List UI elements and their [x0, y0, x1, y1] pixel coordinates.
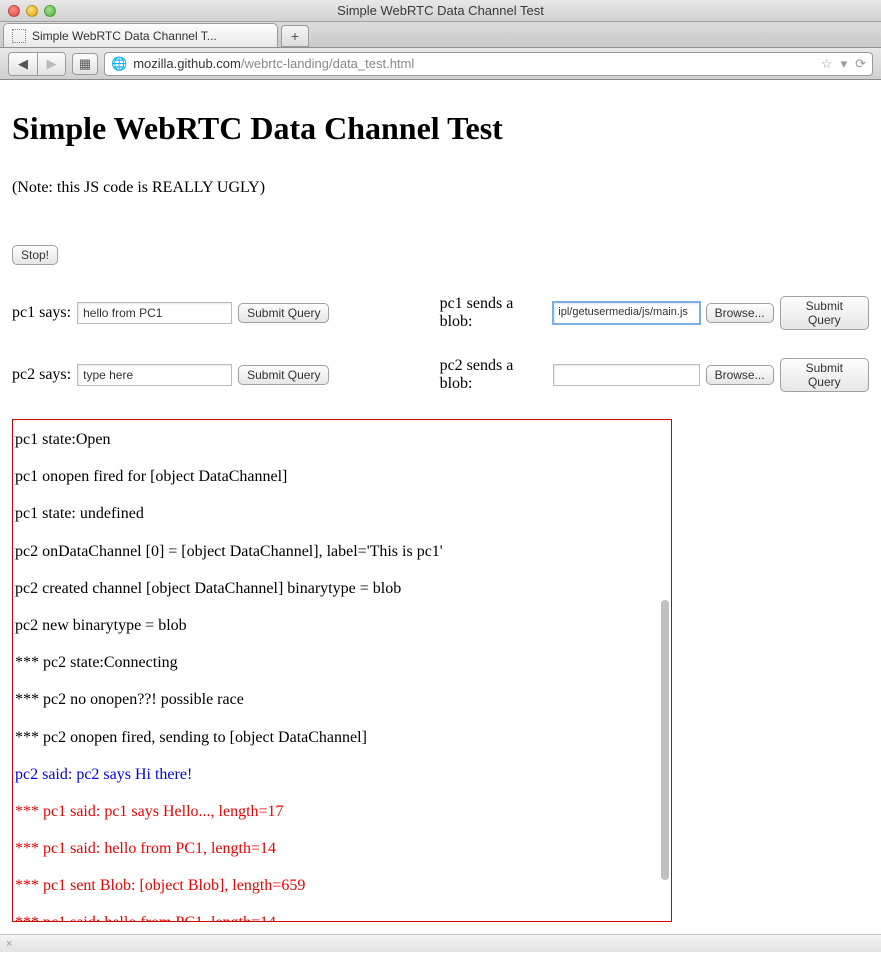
pc1-row: pc1 says: Submit Query pc1 sends a blob:…: [12, 295, 869, 331]
pc2-blob-submit[interactable]: Submit Query: [780, 358, 869, 392]
pc2-says-label: pc2 says:: [12, 366, 71, 384]
status-bar: ×: [0, 934, 881, 952]
window-title: Simple WebRTC Data Channel Test: [0, 3, 881, 18]
urlbar-right-icons: ☆ ▾ ⟳: [821, 56, 866, 72]
log-line: *** pc1 said: hello from PC1, length=14: [15, 839, 669, 858]
pc2-blob-label: pc2 sends a blob:: [440, 357, 548, 393]
page-heading: Simple WebRTC Data Channel Test: [12, 110, 869, 147]
nav-group: ◀ ▶: [8, 52, 66, 76]
close-window-button[interactable]: [8, 5, 20, 17]
log-line: *** pc2 no onopen??! possible race: [15, 690, 669, 709]
pc1-blob-browse[interactable]: Browse...: [706, 303, 774, 323]
status-close-icon[interactable]: ×: [6, 938, 12, 950]
browser-tab[interactable]: Simple WebRTC Data Channel T...: [3, 23, 278, 47]
tab-groups-button[interactable]: ▦: [72, 53, 98, 75]
zoom-window-button[interactable]: [44, 5, 56, 17]
traffic-lights: [0, 5, 56, 17]
dropdown-arrow-icon[interactable]: ▾: [841, 56, 848, 72]
log-line: *** pc2 state:Connecting: [15, 653, 669, 672]
log-line: *** pc1 said: pc1 says Hello..., length=…: [15, 802, 669, 821]
browser-toolbar: ◀ ▶ ▦ 🌐 mozilla.github.com/webrtc-landin…: [0, 48, 881, 80]
log-line: pc1 state:Open: [15, 430, 669, 449]
new-tab-button[interactable]: +: [281, 25, 309, 47]
log-line: pc1 state: undefined: [15, 504, 669, 523]
pc1-says-label: pc1 says:: [12, 304, 71, 322]
window-titlebar: Simple WebRTC Data Channel Test: [0, 0, 881, 22]
pc2-blob-browse[interactable]: Browse...: [706, 365, 774, 385]
log-line: pc2 new binarytype = blob: [15, 616, 669, 635]
pc2-says-input[interactable]: [77, 364, 232, 386]
bookmark-star-icon[interactable]: ☆: [821, 56, 833, 72]
tab-strip: Simple WebRTC Data Channel T... +: [0, 22, 881, 48]
tab-favicon: [12, 29, 26, 43]
pc1-says-input[interactable]: [77, 302, 232, 324]
url-path: /webrtc-landing/data_test.html: [241, 56, 414, 71]
log-line: *** pc1 sent Blob: [object Blob], length…: [15, 876, 669, 895]
pc2-says-submit[interactable]: Submit Query: [238, 365, 329, 385]
log-line: pc1 onopen fired for [object DataChannel…: [15, 467, 669, 486]
pc1-blob-submit[interactable]: Submit Query: [780, 296, 869, 330]
log-box[interactable]: pc1 state:Open pc1 onopen fired for [obje…: [12, 419, 672, 922]
url-text: mozilla.github.com/webrtc-landing/data_t…: [133, 56, 414, 71]
log-scrollbar[interactable]: [661, 600, 669, 880]
reload-icon[interactable]: ⟳: [855, 56, 866, 72]
tab-label: Simple WebRTC Data Channel T...: [32, 29, 269, 43]
log-line: pc2 said: pc2 says Hi there!: [15, 765, 669, 784]
pc1-says-submit[interactable]: Submit Query: [238, 303, 329, 323]
page-content: Simple WebRTC Data Channel Test (Note: t…: [0, 80, 881, 934]
log-line: pc2 onDataChannel [0] = [object DataChan…: [15, 542, 669, 561]
log-line: pc2 created channel [object DataChannel]…: [15, 579, 669, 598]
log-line: *** pc1 said: hello from PC1, length=14: [15, 913, 669, 922]
minimize-window-button[interactable]: [26, 5, 38, 17]
stop-button[interactable]: Stop!: [12, 245, 58, 265]
url-host: mozilla.github.com: [133, 56, 241, 71]
pc1-blob-file[interactable]: ipl/getusermedia/js/main.js: [553, 302, 699, 324]
pc2-row: pc2 says: Submit Query pc2 sends a blob:…: [12, 357, 869, 393]
forward-button[interactable]: ▶: [37, 53, 65, 75]
url-bar[interactable]: 🌐 mozilla.github.com/webrtc-landing/data…: [104, 52, 873, 76]
page-note: (Note: this JS code is REALLY UGLY): [12, 179, 869, 197]
log-line: *** pc2 onopen fired, sending to [object…: [15, 728, 669, 747]
back-button[interactable]: ◀: [9, 53, 37, 75]
pc1-blob-label: pc1 sends a blob:: [440, 295, 548, 331]
pc2-blob-file[interactable]: [553, 364, 699, 386]
site-identity-icon[interactable]: 🌐: [111, 56, 127, 72]
